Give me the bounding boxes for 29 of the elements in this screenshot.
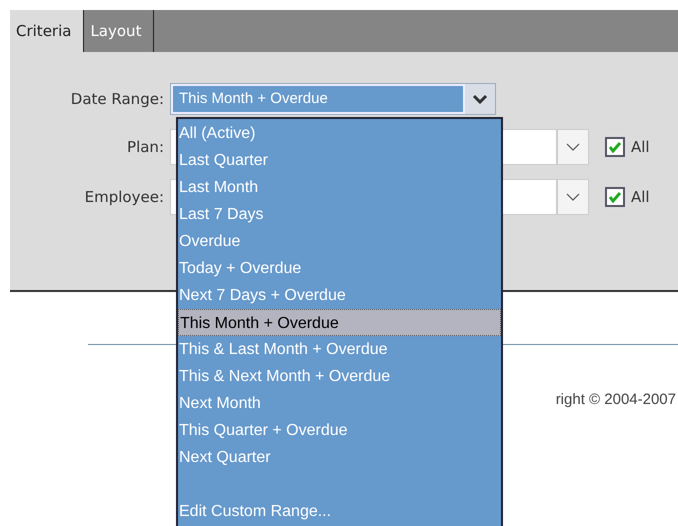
dropdown-option[interactable]: Next 7 Days + Overdue — [178, 282, 501, 309]
tab[interactable]: Criteria — [10, 10, 84, 52]
dropdown-option[interactable]: Last Month — [178, 174, 501, 201]
field-label: Date Range: — [70, 88, 165, 110]
field-label: Plan: — [126, 136, 165, 158]
dropdown-option[interactable]: This & Last Month + Overdue — [178, 336, 501, 363]
checkmark-icon — [608, 141, 622, 153]
dropdown-option[interactable]: Last 7 Days — [178, 201, 501, 228]
dropdown-option[interactable]: Next Quarter — [178, 444, 501, 471]
chevron-down-icon — [566, 192, 580, 202]
dropdown-option[interactable]: All (Active) — [178, 120, 501, 147]
checkmark-icon — [608, 191, 622, 203]
checkbox-label: All — [631, 186, 650, 208]
all-checkbox[interactable] — [605, 187, 625, 207]
chevron-down-icon — [465, 84, 495, 114]
dropdown-option[interactable]: Last Quarter — [178, 147, 501, 174]
dropdown-option[interactable]: Overdue — [178, 228, 501, 255]
all-checkbox[interactable] — [605, 137, 625, 157]
field-label: Employee: — [84, 186, 165, 208]
copyright-text: right © 2004-2007 — [556, 390, 676, 410]
dropdown-option[interactable]: This & Next Month + Overdue — [178, 363, 501, 390]
dropdown-option[interactable]: Edit Custom Range... — [178, 498, 501, 525]
dropdown-option[interactable]: Today + Overdue — [178, 255, 501, 282]
chevron-down-icon — [566, 142, 580, 152]
date-range-select[interactable]: This Month + Overdue — [170, 83, 496, 115]
dropdown-option[interactable]: This Quarter + Overdue — [178, 417, 501, 444]
checkbox-label: All — [631, 136, 650, 158]
dropdown-option[interactable]: This Month + Overdue — [178, 309, 501, 336]
dropdown-option[interactable]: Next Month — [178, 390, 501, 417]
